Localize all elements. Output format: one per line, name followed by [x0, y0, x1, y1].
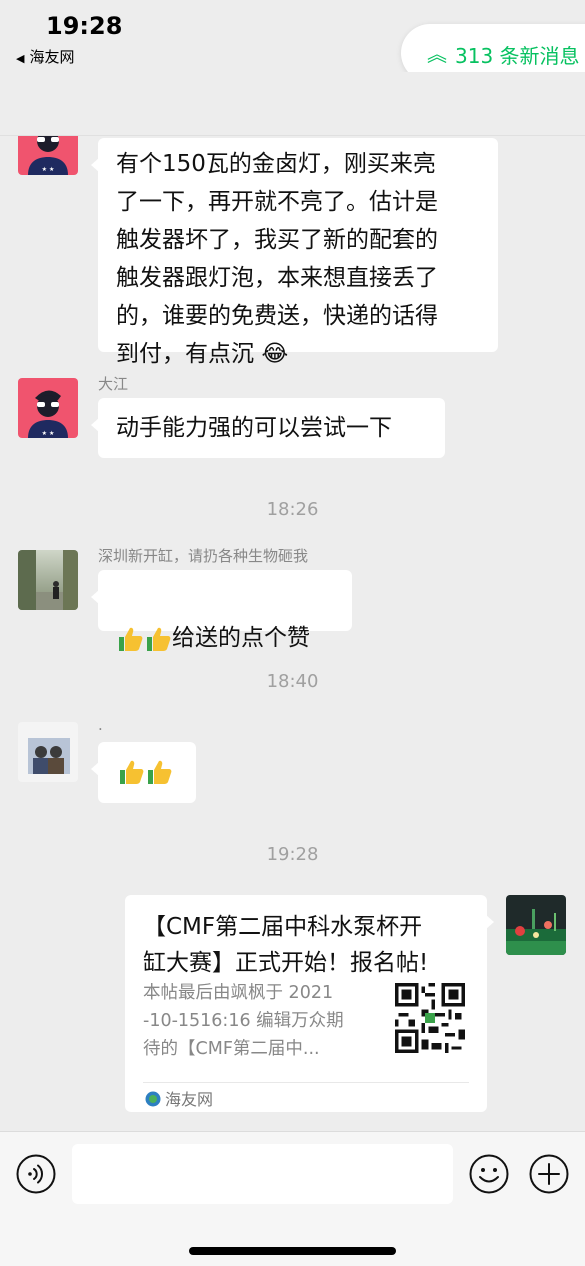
back-app-label: 海友网 — [29, 48, 75, 66]
source-logo-icon — [145, 1091, 161, 1107]
message-text: 给送的点个赞 — [172, 625, 310, 651]
chat-title-text: 海友网官方微信５群(225) — [141, 96, 418, 122]
link-card-description: 本帖最后由飒枫于 2021 -10-1516:16 编辑万众期 待的【CMF第二… — [143, 983, 344, 1059]
thumbs-up-icon — [148, 760, 172, 784]
plus-icon[interactable] — [529, 1154, 569, 1194]
message-bubble[interactable]: 给送的点个赞 — [91, 570, 352, 651]
emoji-icon[interactable] — [469, 1154, 509, 1194]
svg-text:★ ★: ★ ★ — [42, 430, 55, 437]
mute-bell-icon — [425, 98, 443, 118]
link-card-title: 【CMF第二届中科水泵杯开 缸大赛】正式开始！报名帖! — [143, 914, 429, 976]
laughing-emoji-icon: 😂 — [261, 341, 289, 367]
thumbs-up-icon — [119, 627, 143, 651]
time-divider: 18:40 — [266, 671, 319, 692]
chat-title: 海友网官方微信５群(225) — [0, 89, 585, 123]
message-text: 有个150瓦的金卤灯，刚买来亮 了一下，再开就不亮了。估计是 触发器坏了，我买了… — [116, 151, 438, 367]
avatar[interactable]: ★ ★ — [18, 115, 78, 175]
sender-name: 深圳新开缸，请扔各种生物砸我 — [98, 547, 309, 565]
message-bubble[interactable]: 有个150瓦的金卤灯，刚买来亮 了一下，再开就不亮了。估计是 触发器坏了，我买了… — [91, 138, 498, 367]
back-triangle-icon: ◀ — [16, 52, 25, 65]
thumbs-up-icon — [120, 760, 144, 784]
sender-name: 大江 — [98, 375, 129, 393]
time-divider: 19:28 — [266, 844, 319, 865]
thumbs-up-icon — [147, 627, 171, 651]
qr-code-image — [395, 983, 465, 1053]
link-card-divider — [143, 1082, 469, 1083]
status-time: 19:28 — [46, 12, 123, 40]
avatar[interactable]: ★ ★ — [18, 378, 78, 438]
message-text: 动手能力强的可以尝试一下 — [116, 415, 392, 441]
double-chevron-up-icon: ︽ — [427, 42, 447, 66]
home-indicator[interactable] — [189, 1247, 396, 1255]
time-divider: 18:26 — [266, 499, 319, 520]
new-messages-label: 313 条新消息 — [455, 44, 580, 68]
avatar[interactable] — [18, 550, 78, 610]
avatar[interactable] — [18, 722, 78, 782]
sender-name: . — [98, 716, 103, 734]
input-bar — [0, 1131, 585, 1266]
svg-text:★ ★: ★ ★ — [42, 166, 55, 173]
back-to-app-link[interactable]: ◀ 海友网 — [16, 46, 74, 67]
message-input[interactable] — [72, 1144, 453, 1204]
link-card-source: 海友网 — [145, 1086, 213, 1110]
message-bubble[interactable]: 动手能力强的可以尝试一下 — [91, 398, 445, 458]
link-card[interactable]: 【CMF第二届中科水泵杯开 缸大赛】正式开始！报名帖! 本帖最后由飒枫于 202… — [125, 895, 494, 1112]
message-bubble[interactable] — [91, 742, 196, 803]
link-card-source-name: 海友网 — [165, 1090, 214, 1109]
my-avatar[interactable] — [506, 895, 566, 955]
chat-header: 海友网官方微信５群(225) — [0, 72, 585, 136]
voice-icon[interactable] — [16, 1154, 56, 1194]
more-icon[interactable] — [528, 90, 560, 114]
